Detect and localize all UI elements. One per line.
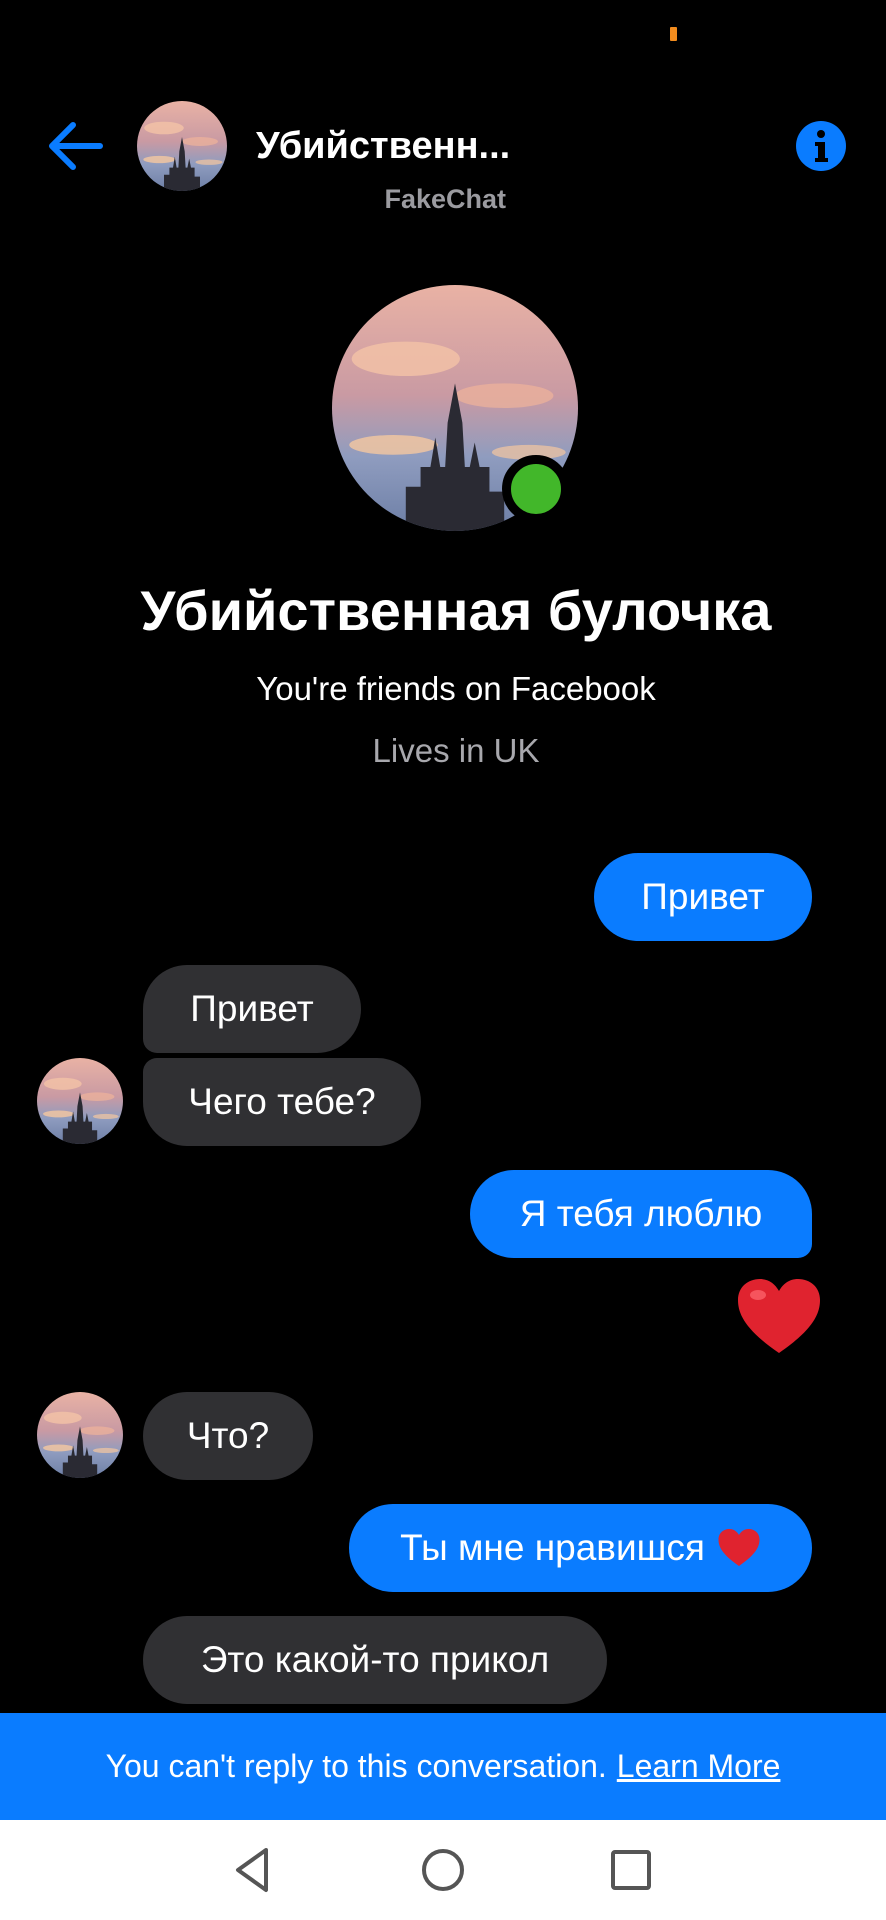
nav-back-icon[interactable]: [226, 1842, 282, 1898]
chat-subtitle: FakeChat: [384, 184, 506, 214]
heart-icon: [718, 1529, 760, 1566]
notification-indicator: [670, 27, 677, 41]
profile-name: Убийственная булочка: [140, 579, 772, 642]
banner-text: You can't reply to this conversation.: [105, 1748, 607, 1784]
message-bubble-outgoing[interactable]: Привет: [594, 853, 812, 941]
header-avatar[interactable]: [137, 101, 227, 191]
sender-avatar[interactable]: [37, 1058, 123, 1144]
message-bubble-incoming[interactable]: Чего тебе?: [143, 1058, 421, 1146]
cannot-reply-banner: You can't reply to this conversation. Le…: [0, 1713, 886, 1820]
info-icon[interactable]: [795, 120, 847, 172]
system-nav-bar: [0, 1820, 886, 1920]
heart-icon[interactable]: [736, 1277, 822, 1357]
message-bubble-incoming[interactable]: Привет: [143, 965, 361, 1053]
online-status-dot: [502, 455, 570, 523]
sender-avatar[interactable]: [37, 1392, 123, 1478]
back-arrow-icon[interactable]: [46, 116, 106, 176]
message-bubble-incoming[interactable]: Что?: [143, 1392, 313, 1480]
chat-title[interactable]: Убийственн...: [256, 125, 510, 168]
message-bubble-incoming[interactable]: Это какой-то прикол: [143, 1616, 607, 1704]
location-info: Lives in UK: [372, 732, 540, 769]
friends-status: You're friends on Facebook: [256, 670, 656, 707]
nav-recents-icon[interactable]: [603, 1842, 659, 1898]
message-bubble-outgoing[interactable]: Ты мне нравишся: [349, 1504, 812, 1592]
message-bubble-outgoing[interactable]: Я тебя люблю: [470, 1170, 812, 1258]
message-text: Ты мне нравишся: [400, 1527, 705, 1568]
nav-home-icon[interactable]: [415, 1842, 471, 1898]
learn-more-link[interactable]: Learn More: [617, 1748, 781, 1785]
